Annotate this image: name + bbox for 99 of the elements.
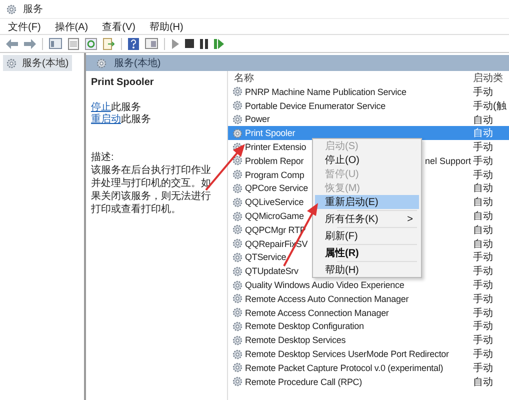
gear-icon xyxy=(232,376,243,388)
startup-type: 手动 xyxy=(473,306,494,320)
service-name[interactable]: Program Comp xyxy=(245,170,304,180)
gear-icon xyxy=(232,293,243,304)
service-name[interactable]: QQMicroGame xyxy=(245,211,304,222)
service-name[interactable]: QPCore Service xyxy=(245,183,308,194)
play-icon[interactable] xyxy=(171,38,179,48)
service-name[interactable]: Printer Extensio xyxy=(245,142,306,152)
startup-type: 手动 xyxy=(473,334,494,348)
menu-item[interactable]: 刷新(F) xyxy=(315,229,419,243)
action-link[interactable]: 停止 xyxy=(91,102,111,113)
gear-icon xyxy=(232,196,243,208)
service-name: Print Spooler xyxy=(91,77,155,88)
service-action: 重启动此服务 xyxy=(91,114,152,126)
startup-type: 自动 xyxy=(473,182,494,196)
column-header[interactable]: 启动类 xyxy=(473,71,509,85)
gear-icon xyxy=(232,307,243,318)
startup-type: 手动 xyxy=(473,168,494,182)
startup-type: 自动 xyxy=(473,224,494,237)
menu-item[interactable]: 查看(V) xyxy=(102,20,136,34)
service-name: nel Support xyxy=(424,156,471,166)
startup-type: 自动 xyxy=(473,238,494,251)
startup-type: 手动 xyxy=(473,362,494,375)
gear-icon xyxy=(232,238,243,250)
startup-type: 自动 xyxy=(473,210,494,224)
back-icon[interactable] xyxy=(6,38,18,48)
startup-type: 自动 xyxy=(473,196,494,210)
menu-item[interactable]: 帮助(H) xyxy=(149,20,184,34)
gear-icon xyxy=(232,320,243,332)
gear-icon xyxy=(232,362,243,374)
gear-icon xyxy=(232,86,243,98)
gear-icon xyxy=(232,334,243,346)
menu-item[interactable]: 帮助(H) xyxy=(315,263,419,277)
tree-item[interactable]: 服务(本地) xyxy=(3,55,72,71)
menu-item[interactable]: 属性(R) xyxy=(315,246,419,260)
window-title: 服务 xyxy=(23,3,43,16)
startup-type: 自动 xyxy=(473,376,494,389)
service-name[interactable]: Remote Packet Capture Protocol v.0 (experimental) xyxy=(245,362,444,373)
gear-icon xyxy=(232,100,243,112)
gear-icon xyxy=(96,58,107,68)
menu-item[interactable]: 重新启动(E) xyxy=(315,195,419,209)
menu-item[interactable]: 文件(F) xyxy=(8,20,41,34)
gear-icon xyxy=(232,114,243,125)
service-name[interactable]: Power xyxy=(245,114,270,124)
column-header[interactable]: 名称 xyxy=(228,71,473,85)
gear-icon xyxy=(232,155,243,166)
gear-icon xyxy=(232,348,243,360)
service-name[interactable]: Remote Desktop Configuration xyxy=(245,321,364,332)
gear-icon xyxy=(6,58,17,68)
service-name[interactable]: Remote Procedure Call (RPC) xyxy=(245,376,362,387)
gear-icon xyxy=(232,169,243,180)
properties-icon[interactable] xyxy=(145,38,158,49)
service-name[interactable]: Remote Access Connection Manager xyxy=(245,308,389,318)
gear-icon xyxy=(232,252,243,263)
startup-type: 手动 xyxy=(473,278,494,292)
document-icon[interactable] xyxy=(68,38,79,50)
service-name[interactable]: PNRP Machine Name Publication Service xyxy=(245,86,406,97)
gear-icon xyxy=(232,182,243,194)
startup-type: 手动(触 xyxy=(473,100,508,113)
refresh-icon[interactable] xyxy=(85,38,97,50)
restart-icon[interactable] xyxy=(214,38,224,48)
service-name[interactable]: QTUpdateSrv xyxy=(245,266,298,276)
submenu-arrow: > xyxy=(407,214,413,224)
gear-icon xyxy=(232,266,243,277)
service-name[interactable]: QQLiveService xyxy=(245,197,304,208)
action-link[interactable]: 重启动 xyxy=(91,114,121,125)
export-icon[interactable] xyxy=(103,38,115,50)
startup-type: 自动 xyxy=(473,127,494,140)
gear-icon xyxy=(6,4,17,14)
help-icon[interactable] xyxy=(128,38,139,50)
service-name[interactable]: Portable Device Enumerator Service xyxy=(245,100,386,111)
startup-type: 手动 xyxy=(473,250,494,264)
menu-item[interactable]: 操作(A) xyxy=(54,20,88,34)
service-name[interactable]: Problem Repor xyxy=(245,156,304,166)
startup-type: 手动 xyxy=(473,86,494,99)
panel-title: 服务(本地) xyxy=(114,56,161,70)
service-name[interactable]: Remote Desktop Services UserMode Port Redirector xyxy=(245,349,449,360)
gear-icon xyxy=(232,210,243,222)
forward-icon[interactable] xyxy=(24,38,36,48)
pause-icon[interactable] xyxy=(200,38,208,48)
description-label: 描述: xyxy=(91,152,115,164)
startup-type: 手动 xyxy=(473,348,494,362)
startup-type: 手动 xyxy=(473,292,494,306)
gear-icon xyxy=(232,128,243,139)
menu-item[interactable]: 所有任务(K) > xyxy=(315,212,419,226)
service-action: 停止此服务 xyxy=(91,102,142,114)
service-name[interactable]: QTService xyxy=(245,252,286,262)
gear-icon xyxy=(232,224,243,236)
console-tree-icon[interactable] xyxy=(49,38,62,49)
service-name[interactable]: Remote Desktop Services xyxy=(245,335,346,346)
menu-item[interactable]: 停止(O) xyxy=(315,153,419,167)
service-name[interactable]: Quality Windows Audio Video Experience xyxy=(245,280,404,290)
startup-type: 手动 xyxy=(473,264,494,278)
startup-type: 手动 xyxy=(473,320,494,334)
startup-type: 自动 xyxy=(473,114,494,126)
gear-icon xyxy=(232,280,243,291)
startup-type: 手动 xyxy=(473,154,494,168)
startup-type: 手动 xyxy=(473,140,494,154)
service-name[interactable]: Remote Access Auto Connection Manager xyxy=(245,294,409,304)
